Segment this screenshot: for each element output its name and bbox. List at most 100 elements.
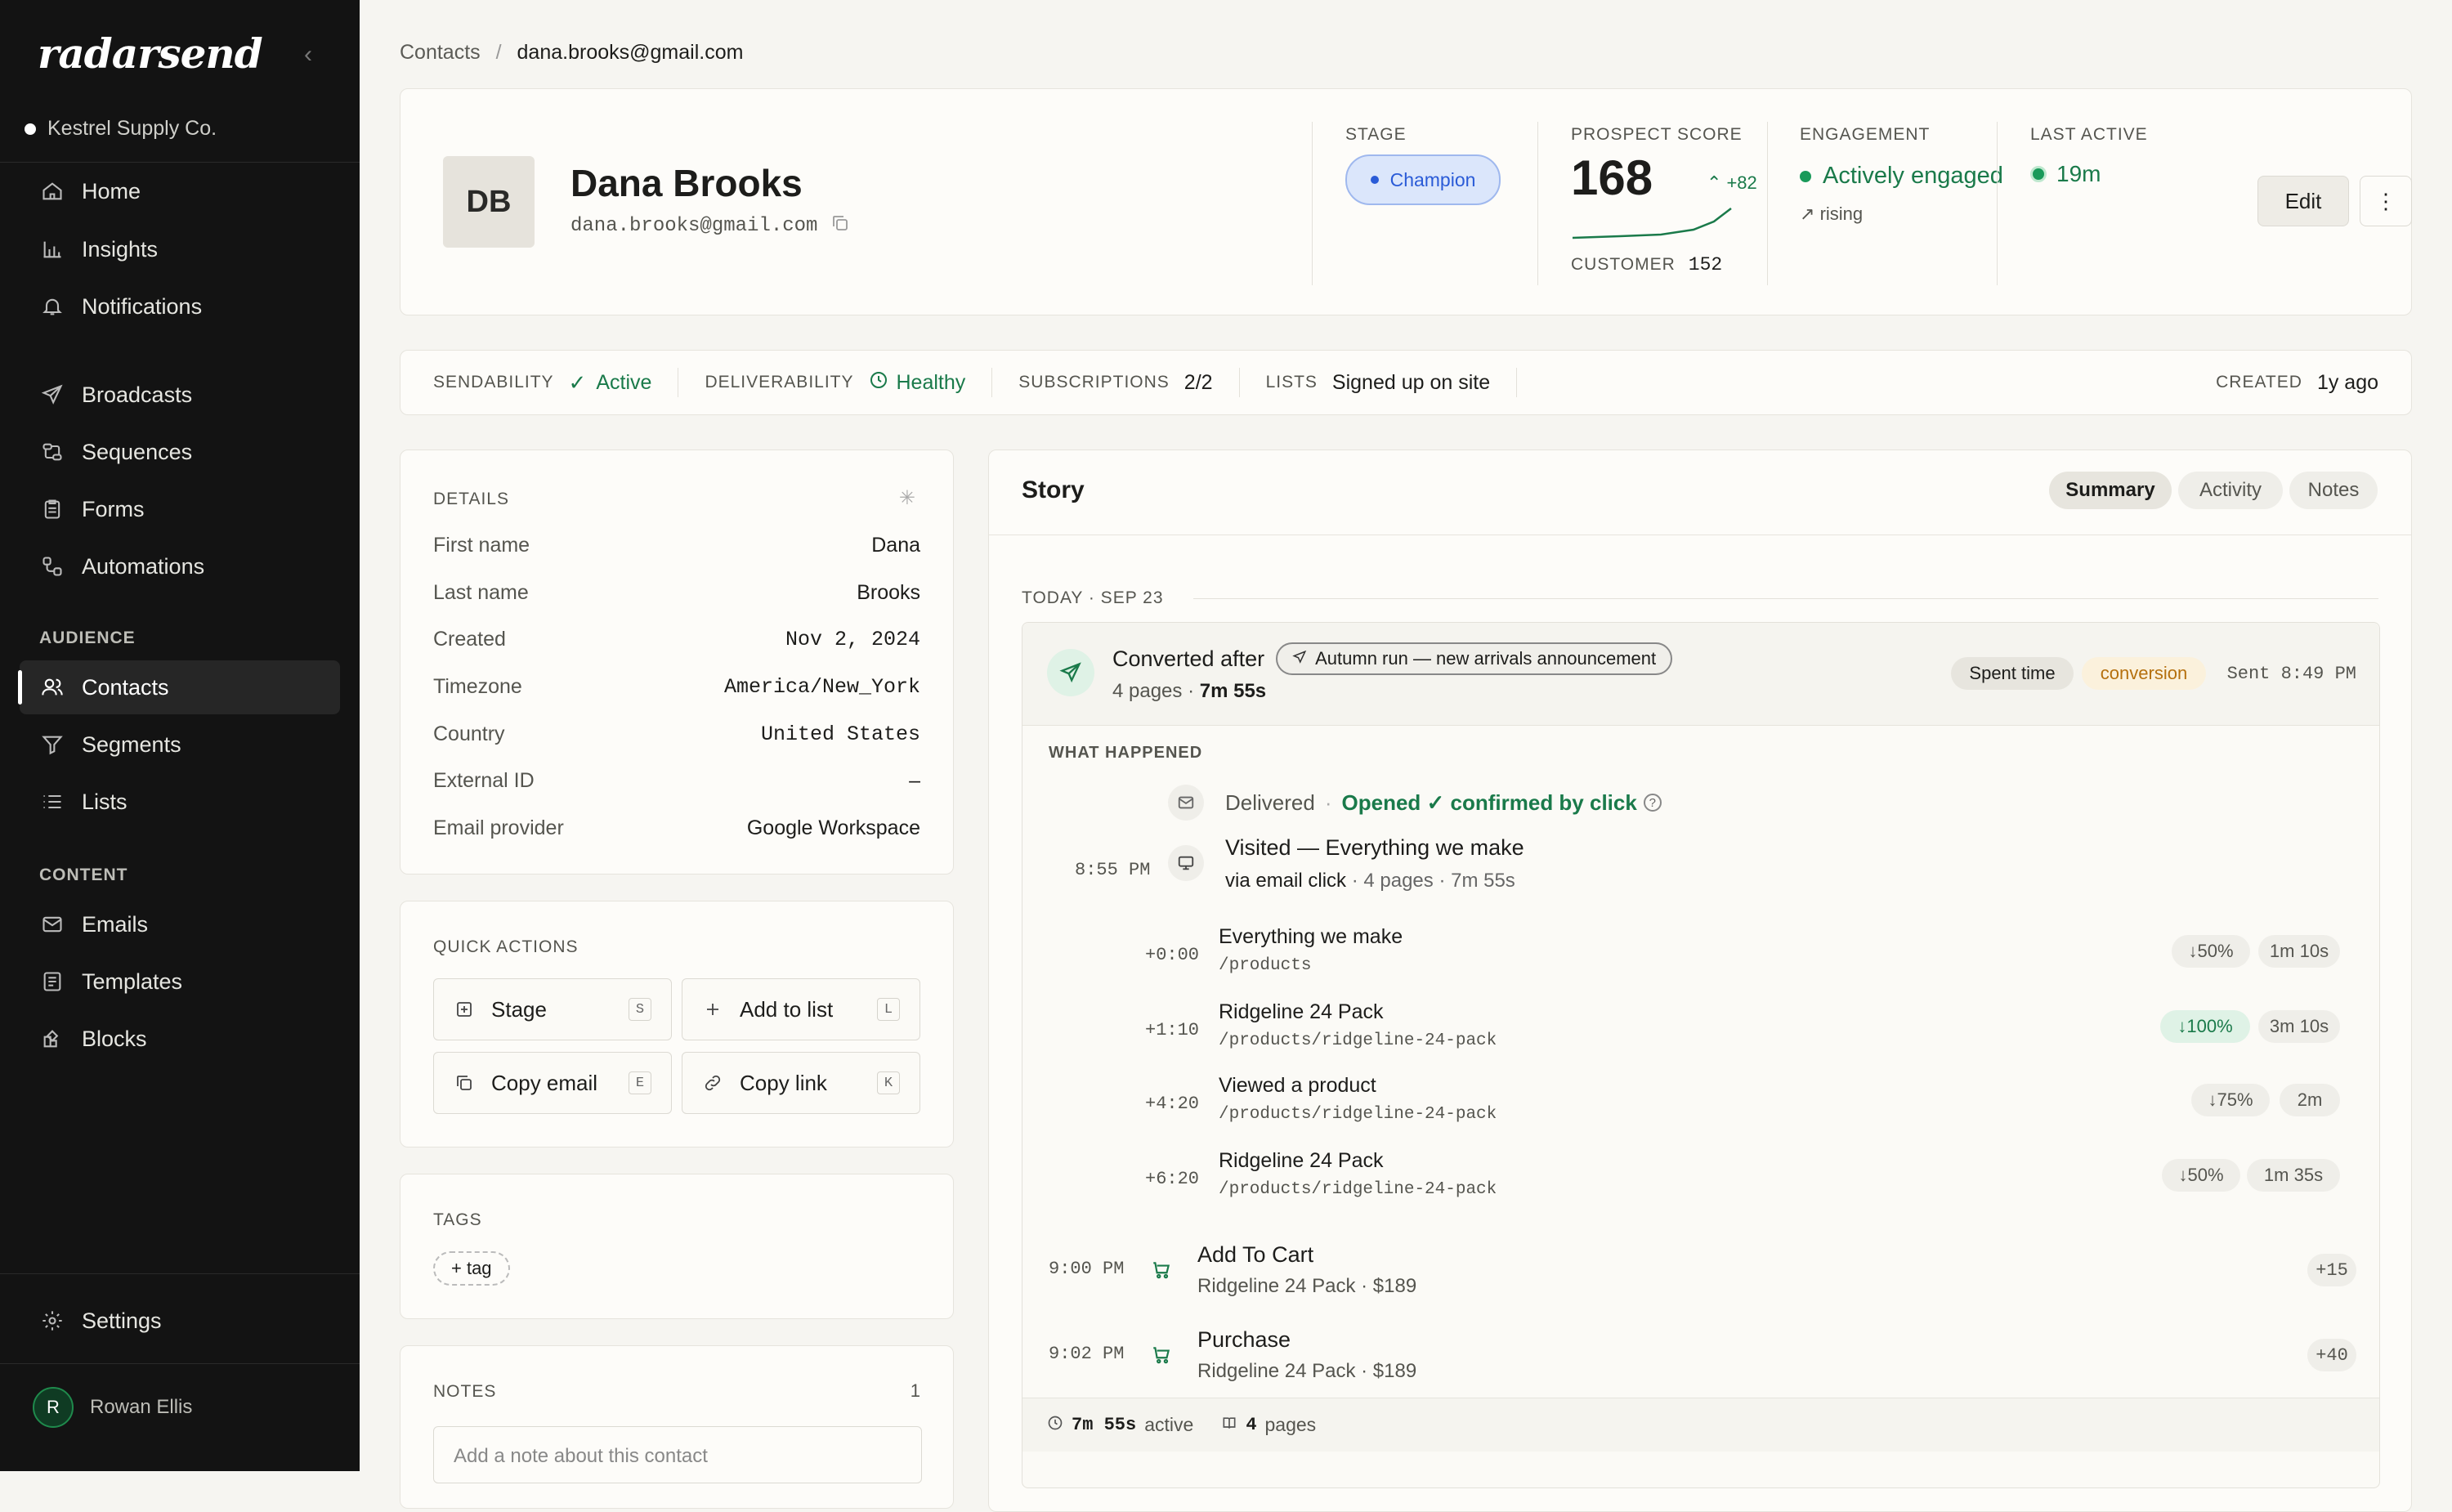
page-view-row[interactable]: +6:20 Ridgeline 24 Pack /products/ridgel… <box>1145 1149 2340 1224</box>
page-view-row[interactable]: +1:10 Ridgeline 24 Pack /products/ridgel… <box>1145 1000 2340 1076</box>
event-title: Converted after <box>1112 646 1265 671</box>
subscriptions-value: 2/2 <box>1183 370 1213 394</box>
tab-activity[interactable]: Activity <box>2178 472 2283 509</box>
nav-sequences[interactable]: Sequences <box>20 425 340 479</box>
story-date: TODAY · SEP 23 <box>1022 588 1164 607</box>
nav-segments[interactable]: Segments <box>20 718 340 772</box>
what-happened-title: WHAT HAPPENED <box>1049 744 1203 762</box>
spent-time-badge: Spent time <box>1951 657 2074 690</box>
workspace-switcher[interactable]: Kestrel Supply Co. <box>25 117 217 141</box>
detail-row: Country United States <box>433 722 920 746</box>
note-input[interactable]: Add a note about this contact <box>433 1426 922 1483</box>
sendability-label: SENDABILITY <box>433 373 554 391</box>
detail-row: Created Nov 2, 2024 <box>433 628 920 651</box>
time-on-page-badge: 2m <box>2280 1084 2340 1116</box>
plus-square-icon <box>454 1000 475 1019</box>
app-logo[interactable]: radarsend <box>38 29 263 78</box>
page-view-row[interactable]: +4:20 Viewed a product /products/ridgeli… <box>1145 1074 2340 1149</box>
detail-row: Email provider Google Workspace <box>433 816 920 839</box>
nav-home[interactable]: Home <box>20 164 340 218</box>
sent-time: Sent 8:49 PM <box>2226 664 2356 684</box>
conversion-badge: conversion <box>2082 657 2206 690</box>
divider <box>1516 368 1518 397</box>
campaign-chip[interactable]: Autumn run — new arrivals announcement <box>1276 642 1673 675</box>
cart-icon <box>1143 1252 1179 1288</box>
filter-icon <box>39 731 65 758</box>
section-label-content: CONTENT <box>39 866 128 884</box>
lists-value[interactable]: Signed up on site <box>1332 371 1490 395</box>
nav-automations[interactable]: Automations <box>20 539 340 593</box>
users-icon <box>39 674 65 700</box>
avatar: R <box>33 1387 74 1428</box>
divider <box>1238 368 1240 397</box>
nav-forms[interactable]: Forms <box>20 482 340 536</box>
settings-icon[interactable]: ✳ <box>899 486 915 510</box>
nav-emails[interactable]: Emails <box>20 897 340 951</box>
event-header[interactable]: Converted after Autumn run — new arrival… <box>1022 623 2379 726</box>
action-detail: Ridgeline 24 Pack · $189 <box>1197 1360 1417 1382</box>
send-icon <box>1292 648 1307 669</box>
customer-score: 152 <box>1688 254 1723 275</box>
tab-summary[interactable]: Summary <box>2049 472 2172 509</box>
nav-notifications[interactable]: Notifications <box>20 280 340 333</box>
edit-button[interactable]: Edit <box>2257 176 2349 226</box>
clipboard-icon <box>39 496 65 522</box>
nav-contacts[interactable]: Contacts <box>18 660 340 714</box>
points-badge: +15 <box>2307 1254 2356 1286</box>
copy-link-button[interactable]: Copy link K <box>682 1052 920 1114</box>
stage-action-button[interactable]: Stage S <box>433 978 672 1040</box>
details-card: DETAILS ✳ First name Dana Last name Brooks… <box>400 450 954 875</box>
divider <box>1537 122 1538 285</box>
copy-email-button[interactable]: Copy email E <box>433 1052 672 1114</box>
trend-up-icon: ↗ <box>1800 204 1815 224</box>
action-title: Purchase <box>1197 1327 1291 1352</box>
breadcrumb-contacts-link[interactable]: Contacts <box>400 41 481 64</box>
delivered-row: Delivered · Opened ✓ confirmed by click … <box>1168 785 1662 821</box>
contact-avatar: DB <box>443 156 535 248</box>
nav-settings[interactable]: Settings <box>20 1294 340 1348</box>
score-sparkline <box>1572 208 1732 239</box>
nav-lists[interactable]: Lists <box>20 775 340 829</box>
add-to-list-button[interactable]: Add to list L <box>682 978 920 1040</box>
time-on-page-badge: 1m 10s <box>2258 935 2340 968</box>
nav-templates[interactable]: Templates <box>20 955 340 1009</box>
contact-email-row: dana.brooks@gmail.com <box>570 213 850 239</box>
clock-icon <box>1047 1414 1063 1436</box>
stage-label: STAGE <box>1345 125 1407 144</box>
collapse-sidebar-icon[interactable]: ‹ <box>304 41 312 69</box>
notes-count: 1 <box>910 1380 920 1401</box>
divider <box>1312 122 1313 285</box>
tab-notes[interactable]: Notes <box>2289 472 2378 509</box>
divider <box>991 368 993 397</box>
points-badge: +40 <box>2307 1339 2356 1371</box>
notes-card: NOTES 1 Add a note about this contact <box>400 1345 954 1509</box>
sidebar: radarsend ‹ Kestrel Supply Co. Home Insi… <box>0 0 360 1471</box>
event-card: Converted after Autumn run — new arrival… <box>1022 622 2380 1488</box>
action-row-purchase[interactable]: 9:02 PM Purchase Ridgeline 24 Pack · $18… <box>1022 1322 2379 1404</box>
add-tag-button[interactable]: + tag <box>433 1251 510 1286</box>
divider <box>0 162 360 163</box>
last-active-label: LAST ACTIVE <box>2030 125 2148 144</box>
nav-blocks[interactable]: Blocks <box>20 1012 340 1066</box>
customer-score-row: CUSTOMER 152 <box>1571 254 1723 275</box>
section-label-audience: AUDIENCE <box>39 629 136 647</box>
more-menu-icon[interactable]: ⋮ <box>2360 176 2412 226</box>
active-dot-icon <box>2030 166 2047 182</box>
help-icon[interactable]: ? <box>1643 794 1662 812</box>
stage-badge[interactable]: Champion <box>1345 154 1501 205</box>
nav-broadcasts[interactable]: Broadcasts <box>20 368 340 422</box>
status-dot-icon <box>1800 170 1811 182</box>
nav-insights[interactable]: Insights <box>20 222 340 276</box>
event-meta: 4 pages · 7m 55s <box>1112 680 1267 702</box>
breadcrumb: Contacts / dana.brooks@gmail.com <box>400 41 743 65</box>
action-row-add-to-cart[interactable]: 9:00 PM Add To Cart Ridgeline 24 Pack · … <box>1022 1237 2379 1319</box>
blocks-icon <box>39 1026 65 1052</box>
copy-icon[interactable] <box>830 213 850 239</box>
user-menu[interactable]: R Rowan Ellis <box>33 1387 192 1428</box>
page-view-row[interactable]: +0:00 Everything we make /products ↓50% … <box>1145 925 2340 1000</box>
sendability-value: Active <box>596 370 652 394</box>
engagement-label: ENGAGEMENT <box>1800 125 1931 144</box>
list-icon <box>39 789 65 815</box>
mail-icon <box>39 911 65 937</box>
copy-icon <box>454 1073 475 1093</box>
